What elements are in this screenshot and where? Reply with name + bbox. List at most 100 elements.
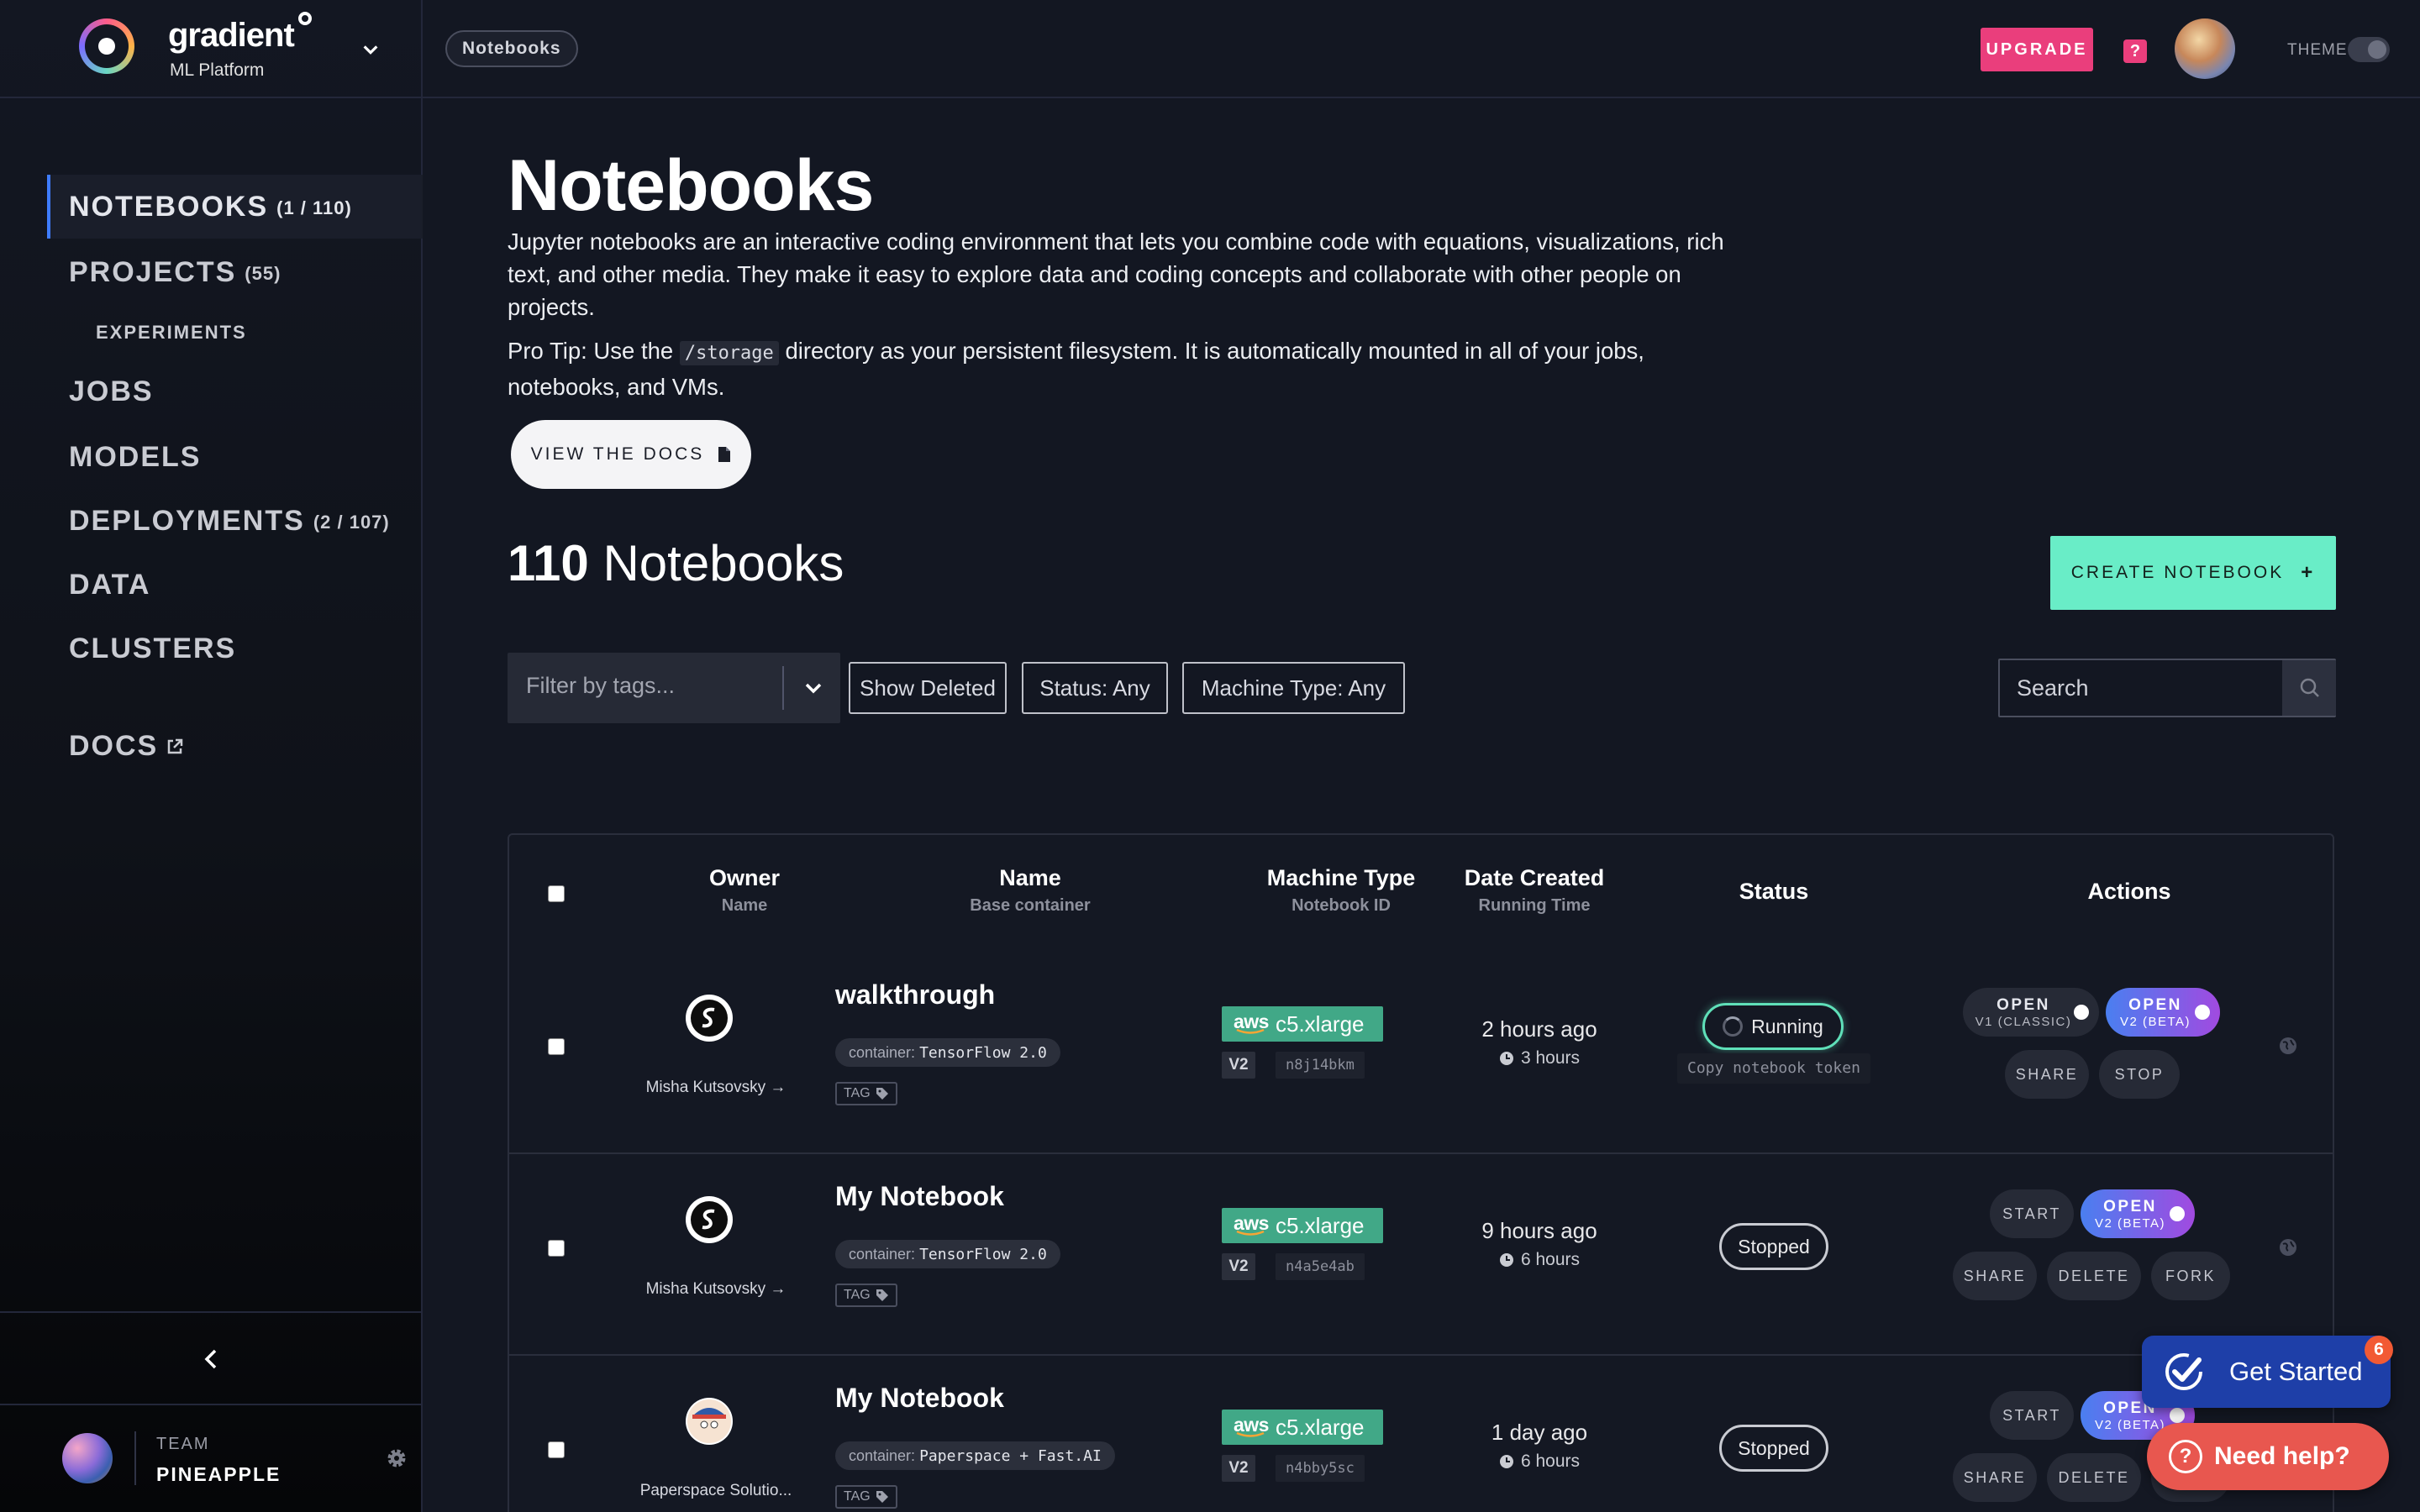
globe-icon[interactable] xyxy=(2279,1037,2297,1055)
owner-name-link[interactable]: Paperspace Solutio... xyxy=(615,1482,817,1500)
brand-dot-icon xyxy=(298,12,312,25)
theme-label: THEME xyxy=(2287,41,2348,59)
delete-button[interactable]: DELETE xyxy=(2047,1252,2141,1300)
sidebar-item-label: PROJECTS xyxy=(69,255,237,288)
table-row[interactable]: Paperspace Solutio... My Notebook contai… xyxy=(509,1347,2333,1512)
table-row[interactable]: Misha Kutsovsky → walkthrough container:… xyxy=(509,944,2333,1144)
breadcrumb[interactable]: Notebooks xyxy=(445,30,578,67)
tag-icon xyxy=(876,1491,888,1503)
view-docs-button[interactable]: VIEW THE DOCS xyxy=(511,420,751,489)
notebook-id[interactable]: n8j14bkm xyxy=(1276,1052,1365,1079)
share-button[interactable]: SHARE xyxy=(2005,1050,2089,1099)
show-deleted-button[interactable]: Show Deleted xyxy=(849,662,1007,714)
notebooks-table: Owner Name Name Base container Machine T… xyxy=(508,833,2334,1512)
globe-icon[interactable] xyxy=(2279,1238,2297,1257)
open-label: OPEN xyxy=(1996,995,2050,1014)
owner-name-link[interactable]: Misha Kutsovsky → xyxy=(615,1079,817,1097)
container-pill: container: Paperspace + Fast.AI xyxy=(835,1441,1115,1470)
start-button[interactable]: START xyxy=(1990,1189,2074,1238)
tag-button[interactable]: TAG xyxy=(835,1082,897,1105)
open-v2-button[interactable]: OPEN V2 (BETA) xyxy=(2106,988,2220,1037)
delete-button[interactable]: DELETE xyxy=(2047,1453,2141,1502)
copy-token-button[interactable]: Copy notebook token xyxy=(1677,1053,1870,1084)
header-machine-type[interactable]: Machine Type Notebook ID xyxy=(1240,865,1442,916)
owner-avatar[interactable] xyxy=(686,1398,733,1445)
machine-type-filter-button[interactable]: Machine Type: Any xyxy=(1182,662,1405,714)
page-title: Notebooks xyxy=(508,145,874,226)
stop-button[interactable]: STOP xyxy=(2099,1050,2180,1099)
table-row[interactable]: Misha Kutsovsky → My Notebook container:… xyxy=(509,1146,2333,1346)
sidebar-item-jobs[interactable]: JOBS xyxy=(47,360,423,423)
plus-icon: + xyxy=(2301,561,2316,584)
sidebar-item-data[interactable]: DATA xyxy=(47,553,423,617)
sidebar-item-notebooks[interactable]: NOTEBOOKS (1 / 110) xyxy=(47,175,423,239)
row-checkbox[interactable] xyxy=(548,1038,565,1055)
create-notebook-label: CREATE NOTEBOOK xyxy=(2070,563,2285,582)
tag-button[interactable]: TAG xyxy=(835,1284,897,1307)
sidebar-item-docs[interactable]: DOCS xyxy=(47,714,423,778)
select-all-checkbox[interactable] xyxy=(548,885,565,902)
sidebar-item-projects[interactable]: PROJECTS (55) xyxy=(47,240,423,304)
share-button[interactable]: SHARE xyxy=(1953,1252,2037,1300)
sidebar-item-experiments[interactable]: EXPERIMENTS xyxy=(74,301,450,365)
sidebar-item-deployments[interactable]: DEPLOYMENTS (2 / 107) xyxy=(47,489,423,553)
chevron-down-icon[interactable] xyxy=(361,40,380,59)
team-avatar[interactable] xyxy=(62,1433,113,1483)
owner-name-link[interactable]: Misha Kutsovsky → xyxy=(615,1280,817,1299)
notebook-name-link[interactable]: walkthrough xyxy=(835,979,995,1011)
sidebar-item-label: MODELS xyxy=(69,440,202,473)
create-notebook-button[interactable]: CREATE NOTEBOOK + xyxy=(2050,536,2336,610)
owner-avatar[interactable] xyxy=(686,1196,733,1243)
sidebar-item-clusters[interactable]: CLUSTERS xyxy=(47,617,423,680)
owner-avatar[interactable] xyxy=(686,995,733,1042)
chevron-down-icon[interactable] xyxy=(803,678,823,698)
share-button[interactable]: SHARE xyxy=(1953,1453,2037,1502)
fork-button[interactable]: FORK xyxy=(2151,1252,2230,1300)
running-time-value: 3 hours xyxy=(1520,1048,1581,1068)
notebook-id[interactable]: n4a5e4ab xyxy=(1276,1253,1365,1280)
running-time-value: 6 hours xyxy=(1520,1250,1581,1269)
header-owner[interactable]: Owner Name xyxy=(644,865,845,916)
open-v1-button[interactable]: OPEN V1 (CLASSIC) xyxy=(1963,988,2099,1037)
header-name[interactable]: Name Base container xyxy=(887,865,1173,916)
upgrade-button[interactable]: UPGRADE xyxy=(1981,28,2093,71)
tag-button[interactable]: TAG xyxy=(835,1485,897,1509)
open-v2-button[interactable]: OPEN V2 (BETA) xyxy=(2081,1189,2195,1238)
start-button[interactable]: START xyxy=(1990,1391,2074,1440)
gear-icon[interactable] xyxy=(385,1446,408,1470)
notebook-name-link[interactable]: My Notebook xyxy=(835,1181,1004,1212)
clock-icon xyxy=(1499,1455,1513,1468)
sidebar-collapse-button[interactable] xyxy=(0,1311,423,1405)
notebook-id[interactable]: n4bby5sc xyxy=(1276,1455,1365,1482)
need-help-button[interactable]: ? Need help? xyxy=(2147,1423,2389,1490)
container-label: container: xyxy=(849,1044,916,1061)
get-started-widget[interactable]: Get Started xyxy=(2142,1336,2391,1408)
header-status[interactable]: Status xyxy=(1673,879,1875,905)
notebook-count: 110 Notebooks xyxy=(508,534,844,592)
arrow-right-icon xyxy=(2074,1005,2089,1020)
sidebar-item-models[interactable]: MODELS xyxy=(47,425,423,489)
machine-type-label: c5.xlarge xyxy=(1275,1011,1365,1037)
brand-header[interactable]: gradient ML Platform xyxy=(0,0,423,98)
notebook-name-link[interactable]: My Notebook xyxy=(835,1383,1004,1414)
help-icon[interactable]: ? xyxy=(2123,39,2147,63)
row-checkbox[interactable] xyxy=(548,1441,565,1458)
header-label: Actions xyxy=(2087,879,2171,904)
user-avatar[interactable] xyxy=(2175,18,2235,79)
theme-toggle[interactable] xyxy=(2348,37,2390,62)
search-input[interactable] xyxy=(2000,660,2282,716)
clock-icon xyxy=(1499,1253,1513,1267)
status-filter-button[interactable]: Status: Any xyxy=(1022,662,1168,714)
search-button[interactable] xyxy=(2282,660,2336,716)
sidebar-item-label: EXPERIMENTS xyxy=(96,322,247,343)
status-badge: Stopped xyxy=(1719,1223,1828,1270)
running-time: 6 hours xyxy=(1439,1250,1640,1270)
header-sublabel: Notebook ID xyxy=(1292,896,1391,915)
get-started-label: Get Started xyxy=(2229,1357,2363,1386)
tag-filter-select[interactable]: Filter by tags... xyxy=(508,653,840,723)
running-time: 3 hours xyxy=(1439,1048,1640,1068)
row-checkbox[interactable] xyxy=(548,1240,565,1257)
tag-label: TAG xyxy=(844,1288,871,1302)
header-sublabel: Running Time xyxy=(1478,896,1591,915)
header-date-created[interactable]: Date Created Running Time xyxy=(1434,865,1635,916)
